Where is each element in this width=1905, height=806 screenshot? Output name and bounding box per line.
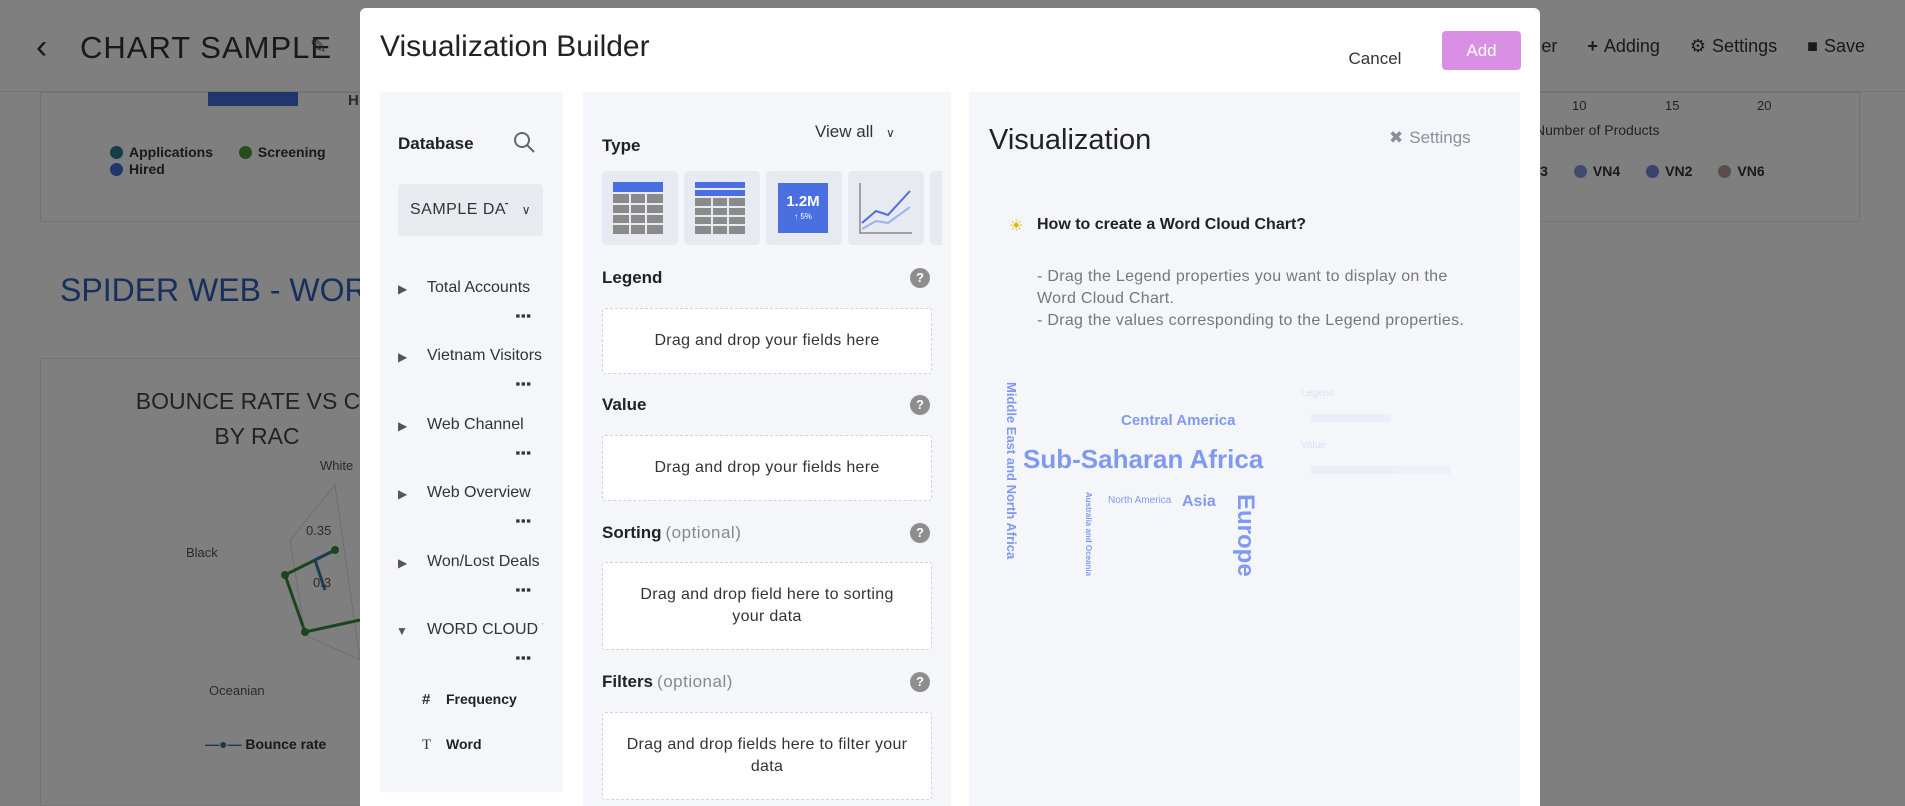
table-item[interactable]: ▶ Vietnam Visitors ⋮ [380,343,563,411]
caret-right-icon[interactable]: ▶ [398,487,407,501]
configuration-panel: Type View all ∨ 1.2M ↑ 5% Legend ? Drag … [583,92,951,806]
word-cloud-word: Central America [1121,412,1236,429]
sorting-label: Sorting (optional) [602,523,742,542]
search-icon[interactable] [512,130,536,154]
database-select[interactable]: SAMPLE DATA ∨ [398,184,543,236]
legend-dropzone[interactable]: Drag and drop your fields here [602,308,932,374]
word-cloud-hint: Legend Value [1299,388,1489,488]
database-panel: Database SAMPLE DATA ∨ ▶ Total Accounts … [380,92,563,792]
chevron-down-icon: ∨ [886,126,895,140]
word-cloud-word: Sub-Saharan Africa [1023,444,1264,474]
table-item-label: WORD CLOUD TABLE [427,621,543,638]
value-label: Value [602,395,647,414]
modal-title: Visualization Builder [380,30,650,63]
caret-right-icon[interactable]: ▶ [398,556,407,570]
visualization-settings-button[interactable]: ✖ Settings [1389,128,1471,148]
table-item-expanded[interactable]: ▼ WORD CLOUD TABLE ⋮ [380,617,563,685]
kpi-chart-option[interactable]: 1.2M ↑ 5% [766,171,842,245]
caret-right-icon[interactable]: ▶ [398,419,407,433]
word-cloud-word: Australia and Oceania [1084,492,1093,577]
help-icon[interactable]: ? [910,395,930,415]
tools-icon: ✖ [1389,128,1404,147]
pivot-table-option[interactable] [684,171,760,245]
value-dropzone[interactable]: Drag and drop your fields here [602,435,932,501]
more-vertical-icon[interactable]: ⋮ [513,375,533,392]
word-cloud-word: Asia [1182,493,1216,510]
field-label: Frequency [446,691,517,707]
table-item[interactable]: ▶ Total Accounts ⋮ [380,275,563,343]
type-label: Type [602,136,641,155]
word-cloud-preview: Middle East and North Africa Central Ame… [969,382,1520,612]
table-item[interactable]: ▶ Web Overview ⋮ [380,480,563,548]
cancel-button[interactable]: Cancel [1320,40,1430,78]
more-vertical-icon[interactable]: ⋮ [513,512,533,529]
table-item[interactable]: ▶ Won/Lost Deals ⋮ [380,549,563,617]
visualization-panel: Visualization ✖ Settings ☀ How to create … [969,92,1520,806]
howto-title: How to create a Word Cloud Chart? [1037,216,1307,233]
help-icon[interactable]: ? [910,268,930,288]
word-cloud-word: Europe [1232,494,1259,577]
database-select-value: SAMPLE DATA [410,201,508,218]
more-vertical-icon[interactable]: ⋮ [513,649,533,666]
caret-right-icon[interactable]: ▶ [398,282,407,296]
caret-down-icon[interactable]: ▼ [396,624,408,638]
caret-right-icon[interactable]: ▶ [398,350,407,364]
lightbulb-icon: ☀ [1009,218,1024,235]
table-item[interactable]: ▶ Web Channel ⋮ [380,412,563,480]
howto-description: - Drag the Legend properties you want to… [1037,266,1487,332]
help-icon[interactable]: ? [910,523,930,543]
field-item[interactable]: T Word [422,736,482,754]
table-item-label: Web Channel [427,416,524,433]
table-chart-option[interactable] [602,171,678,245]
text-type-icon: T [422,737,432,753]
chevron-down-icon: ∨ [521,203,531,217]
word-cloud-word: Middle East and North Africa [1004,382,1019,560]
sorting-dropzone[interactable]: Drag and drop field here to sorting your… [602,562,932,650]
howto-step: - Drag the Legend properties you want to… [1037,268,1448,307]
visualization-title: Visualization [989,124,1152,156]
legend-label: Legend [602,268,663,287]
help-icon[interactable]: ? [910,672,930,692]
chart-type-list: 1.2M ↑ 5% [602,171,942,245]
line-chart-option[interactable] [848,171,924,245]
filters-label: Filters (optional) [602,672,733,691]
more-vertical-icon[interactable]: ⋮ [513,581,533,598]
kpi-icon: 1.2M ↑ 5% [778,183,828,233]
hint-label: Legend [1301,388,1335,399]
hint-label: Value [1301,440,1326,451]
table-item-label: Web Overview [427,484,531,501]
database-label: Database [398,134,474,153]
view-all-dropdown[interactable]: View all ∨ [815,122,895,142]
pivot-table-icon [695,182,745,234]
number-type-icon: # [422,691,431,708]
more-chart-option[interactable] [930,171,942,245]
table-icon [613,182,663,234]
more-vertical-icon[interactable]: ⋮ [513,307,533,324]
more-vertical-icon[interactable]: ⋮ [513,444,533,461]
add-button[interactable]: Add [1442,31,1521,70]
field-item[interactable]: # Frequency [422,691,517,708]
table-item-label: Total Accounts [427,279,531,296]
table-item-label: Vietnam Visitors [427,347,543,364]
word-cloud-word: North America [1108,495,1172,506]
field-label: Word [446,736,482,752]
table-item-label: Won/Lost Deals [427,553,540,570]
howto-step: - Drag the values corresponding to the L… [1037,312,1465,329]
line-chart-icon [859,183,912,234]
filters-dropzone[interactable]: Drag and drop fields here to filter your… [602,712,932,800]
visualization-builder-modal: Visualization Builder Cancel Add Databas… [360,8,1540,806]
